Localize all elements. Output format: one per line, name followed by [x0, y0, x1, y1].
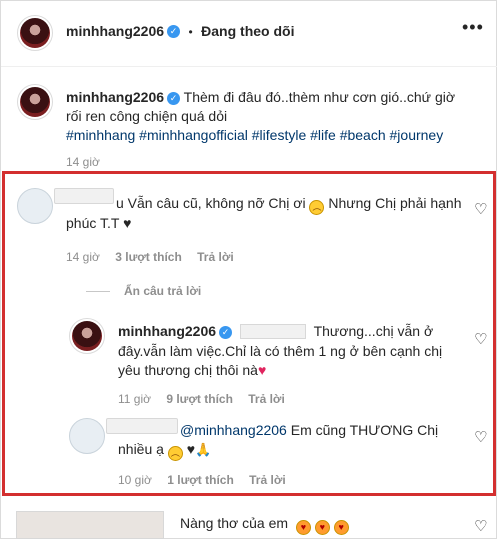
reply1-line1: minhhang2206 ✓ Thương...chị vẫn ở [118, 322, 468, 341]
sad-face-emoji: ︵ [309, 200, 325, 215]
follow-status[interactable]: Đang theo dõi [201, 23, 294, 39]
reply-button[interactable]: Trả lời [197, 250, 234, 264]
blurred-username [106, 418, 178, 434]
comment-meta: 14 giờ 3 lượt thích Trả lời [66, 250, 234, 264]
like-heart-icon[interactable]: ♡ [474, 517, 487, 535]
avatar [72, 321, 102, 351]
pray-emoji: 🙏 [195, 442, 212, 457]
more-horizontal-icon[interactable]: ••• [462, 17, 484, 38]
reply1-line3: yêu thương chị thôi nà♥ [118, 361, 266, 380]
reply1-text: yêu thương chị thôi nà [118, 362, 258, 378]
reply2-text: nhiều ạ [118, 441, 164, 457]
red-heart-emoji: ♥ [257, 362, 267, 378]
heart-emoji: ♥ [186, 441, 196, 457]
reply1-likes[interactable]: 9 lượt thích [166, 392, 233, 406]
blurred-mention [239, 324, 306, 339]
like-heart-icon[interactable]: ♡ [474, 330, 487, 348]
hide-replies-button[interactable]: Ẩn câu trả lời [86, 284, 201, 298]
reply2-text: Em cũng THƯƠNG Chị [290, 422, 439, 438]
comment-likes[interactable]: 3 lượt thích [115, 250, 182, 264]
blurred-username [16, 511, 164, 539]
like-heart-icon[interactable]: ♡ [474, 200, 487, 218]
header-user-row: minhhang2206 ✓ • Đang theo dõi [66, 23, 294, 41]
last-comment: Nàng thơ của em ♥ ♥ ♥ [180, 514, 349, 535]
header-username[interactable]: minhhang2206 [66, 23, 164, 39]
comment-time[interactable]: 14 giờ [66, 250, 100, 264]
comment-text-line2: phúc T.T ♥ [66, 214, 131, 233]
reply1-username[interactable]: minhhang2206 [118, 323, 216, 339]
verified-icon: ✓ [167, 25, 181, 39]
reply1-line2: đây.vẫn làm việc.Chỉ là có thêm 1 ng ở b… [118, 343, 443, 359]
reply2-likes[interactable]: 1 lượt thích [167, 473, 234, 487]
heart-eyes-emoji: ♥ [333, 520, 349, 535]
caption-username[interactable]: minhhang2206 [66, 89, 164, 105]
reply2-meta: 10 giờ 1 lượt thích Trả lời [118, 473, 286, 487]
caption-time[interactable]: 14 giờ [66, 155, 100, 169]
verified-icon: ✓ [219, 325, 233, 339]
commenter-avatar[interactable] [69, 418, 105, 454]
heart-emoji: ♥ [123, 215, 132, 231]
divider-line [86, 291, 110, 293]
comment-text-part: u Vẫn câu cũ, không nỡ Chị ơi [116, 195, 306, 211]
caption-avatar-ring[interactable] [17, 84, 53, 120]
heart-eyes-emoji: ♥ [295, 520, 311, 535]
caption-text: minhhang2206 ✓ Thèm đi đâu đó..thèm như c… [66, 88, 466, 145]
comment-text-part: Nhưng Chị phải hạnh [328, 195, 462, 211]
heart-eyes-emoji: ♥ [314, 520, 330, 535]
mention-link[interactable]: @minhhang2206 [180, 422, 287, 438]
hide-replies-label: Ẩn câu trả lời [124, 284, 202, 298]
reply1-meta: 11 giờ 9 lượt thích Trả lời [118, 392, 285, 406]
sad-face-emoji: ︵ [167, 446, 183, 461]
header-avatar-ring[interactable] [17, 15, 53, 51]
reply1-time[interactable]: 11 giờ [118, 392, 151, 406]
avatar [20, 18, 50, 48]
reply2-line2: nhiều ạ ︵ ♥🙏 [118, 440, 211, 461]
reply-avatar-ring[interactable] [69, 318, 105, 354]
like-heart-icon[interactable]: ♡ [474, 428, 487, 446]
blurred-username [54, 188, 114, 204]
avatar [20, 87, 50, 117]
reply-button[interactable]: Trả lời [248, 392, 285, 406]
header-divider [1, 66, 497, 67]
reply1-text: Thương...chị vẫn ở [313, 323, 434, 339]
caption-hashtags[interactable]: #minhhang #minhhangofficial #lifestyle #… [66, 127, 443, 143]
last-comment-text: Nàng thơ của em [180, 515, 289, 531]
comment-text-part: phúc T.T [66, 215, 120, 231]
comment-text: u Vẫn câu cũ, không nỡ Chị ơi ︵ Nhưng Ch… [116, 194, 466, 215]
reply2-line1: @minhhang2206 Em cũng THƯƠNG Chị [180, 421, 438, 440]
commenter-avatar[interactable] [17, 188, 53, 224]
header-separator: • [188, 25, 193, 39]
reply2-time[interactable]: 10 giờ [118, 473, 152, 487]
verified-icon: ✓ [167, 91, 181, 105]
reply-button[interactable]: Trả lời [249, 473, 286, 487]
